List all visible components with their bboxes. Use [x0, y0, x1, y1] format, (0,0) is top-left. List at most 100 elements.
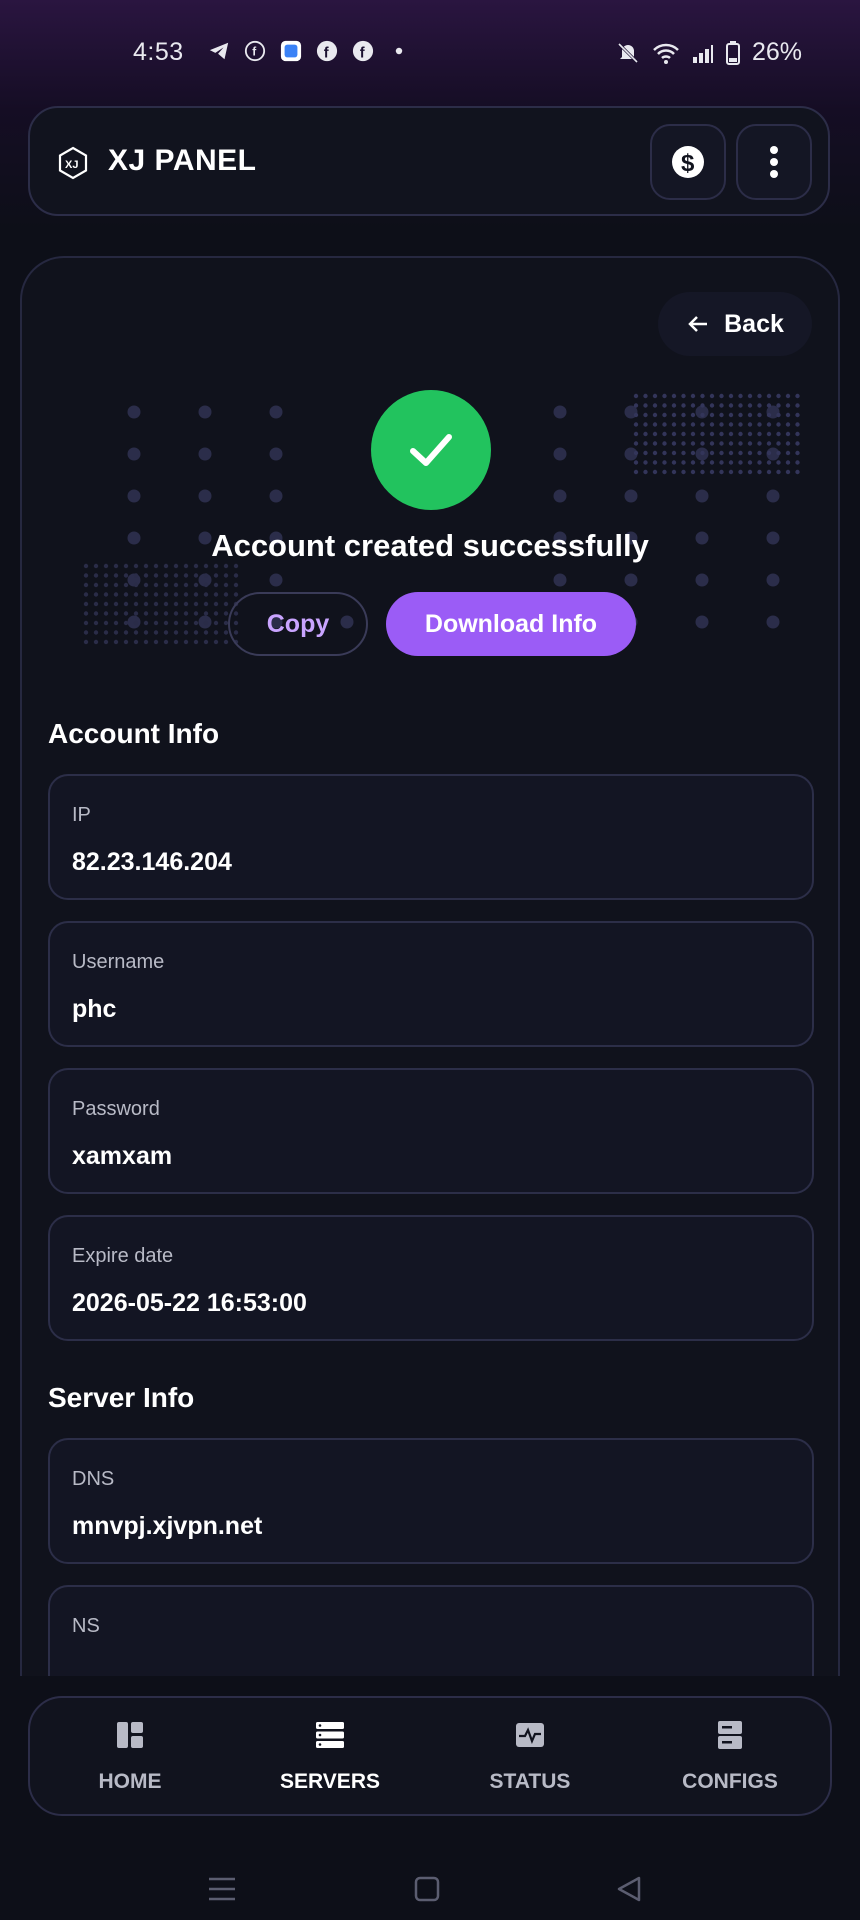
decorative-dot [127, 489, 141, 503]
decorative-dot [193, 611, 199, 616]
decorative-dot [795, 441, 800, 446]
decorative-dot [93, 592, 99, 597]
decorative-dot [757, 412, 762, 418]
decorative-dot [193, 620, 199, 626]
decorative-dot [690, 460, 696, 465]
decorative-dot [93, 573, 99, 578]
server-list-icon [316, 1722, 344, 1748]
status-bar: 4:53 f f f 26% [0, 0, 860, 100]
more-menu-button[interactable] [736, 124, 812, 200]
decorative-dot [662, 441, 667, 446]
decorative-dot [173, 573, 179, 578]
password-field[interactable]: Password xamxam [48, 1068, 814, 1194]
decorative-dot [671, 460, 677, 465]
decorative-dot [643, 412, 648, 418]
decorative-dot [198, 489, 212, 503]
back-nav-icon[interactable] [616, 1876, 642, 1902]
expire-date-field[interactable]: Expire date 2026-05-22 16:53:00 [48, 1215, 814, 1341]
decorative-dot [113, 601, 119, 607]
decorative-dot [785, 403, 791, 408]
decorative-dot [785, 469, 791, 475]
decorative-dot [223, 573, 229, 578]
ns-field[interactable]: NS [48, 1585, 814, 1676]
decorative-dot [757, 422, 762, 427]
decorative-dot [233, 592, 239, 597]
decorative-dot [213, 573, 219, 578]
decorative-dot [719, 441, 724, 446]
decorative-dot [681, 422, 686, 427]
decorative-dot [213, 620, 219, 626]
decorative-dot [153, 592, 159, 597]
account-result-card: Back Account created successfully Copy D… [20, 256, 840, 1676]
decorative-dot [719, 460, 724, 465]
decorative-dot [747, 403, 753, 408]
mute-icon [617, 42, 639, 63]
app-header: XJ XJ PANEL $ [28, 106, 830, 216]
decorative-dot [143, 582, 149, 588]
decorative-dot [83, 611, 89, 616]
decorative-dot [203, 630, 209, 635]
decorative-dot [173, 620, 179, 626]
decorative-dot [123, 611, 129, 616]
svg-text:f: f [252, 45, 256, 59]
nav-status[interactable]: STATUS [430, 1698, 630, 1814]
ip-field[interactable]: IP 82.23.146.204 [48, 774, 814, 900]
decorative-dot [113, 620, 119, 626]
decorative-dot [269, 405, 283, 419]
decorative-dot [652, 403, 658, 408]
username-field[interactable]: Username phc [48, 921, 814, 1047]
decorative-dot [163, 592, 169, 597]
decorative-dot [133, 582, 139, 588]
balance-button[interactable]: $ [650, 124, 726, 200]
decorative-dot [193, 639, 199, 645]
decorative-dot [795, 469, 800, 475]
decorative-dot [662, 450, 667, 456]
decorative-dot [643, 431, 648, 437]
decorative-dot [123, 630, 129, 635]
decorative-dot [269, 489, 283, 503]
decorative-dot [223, 639, 229, 645]
decorative-dot [709, 441, 715, 446]
decorative-dot [795, 450, 800, 456]
decorative-dot [143, 620, 149, 626]
decorative-dot [690, 422, 696, 427]
decorative-dot [553, 405, 567, 419]
decorative-dot [728, 393, 734, 399]
decorative-dot [690, 431, 696, 437]
decorative-dot [662, 431, 667, 437]
decorative-dot [153, 573, 159, 578]
decorative-dot [103, 620, 109, 626]
decorative-dot [747, 412, 753, 418]
telegram-icon [209, 42, 229, 60]
decorative-dot [700, 460, 705, 465]
decorative-dot [728, 431, 734, 437]
nav-home[interactable]: HOME [30, 1698, 230, 1814]
download-info-button[interactable]: Download Info [386, 592, 636, 656]
back-button[interactable]: Back [658, 292, 812, 356]
decorative-dot [173, 639, 179, 645]
decorative-dot [223, 582, 229, 588]
decorative-dot [757, 460, 762, 465]
svg-text:f: f [360, 45, 365, 61]
decorative-dot [738, 450, 743, 456]
home-icon[interactable] [414, 1876, 440, 1902]
decorative-dot [633, 422, 639, 427]
decorative-dot [113, 611, 119, 616]
decorative-dot [738, 431, 743, 437]
decorative-dot [163, 639, 169, 645]
decorative-dot [681, 450, 686, 456]
decorative-dot [93, 639, 99, 645]
decorative-dot [652, 441, 658, 446]
decorative-dot [143, 573, 149, 578]
nav-configs[interactable]: CONFIGS [630, 1698, 830, 1814]
decorative-dot [785, 441, 791, 446]
battery-icon [725, 40, 740, 65]
copy-button[interactable]: Copy [228, 592, 368, 656]
config-icon [718, 1721, 742, 1749]
decorative-dot [83, 563, 89, 569]
recent-apps-icon[interactable] [208, 1876, 236, 1902]
decorative-dot [183, 563, 189, 569]
dns-field[interactable]: DNS mnvpj.xjvpn.net [48, 1438, 814, 1564]
decorative-dot [163, 582, 169, 588]
nav-servers[interactable]: SERVERS [230, 1698, 430, 1814]
